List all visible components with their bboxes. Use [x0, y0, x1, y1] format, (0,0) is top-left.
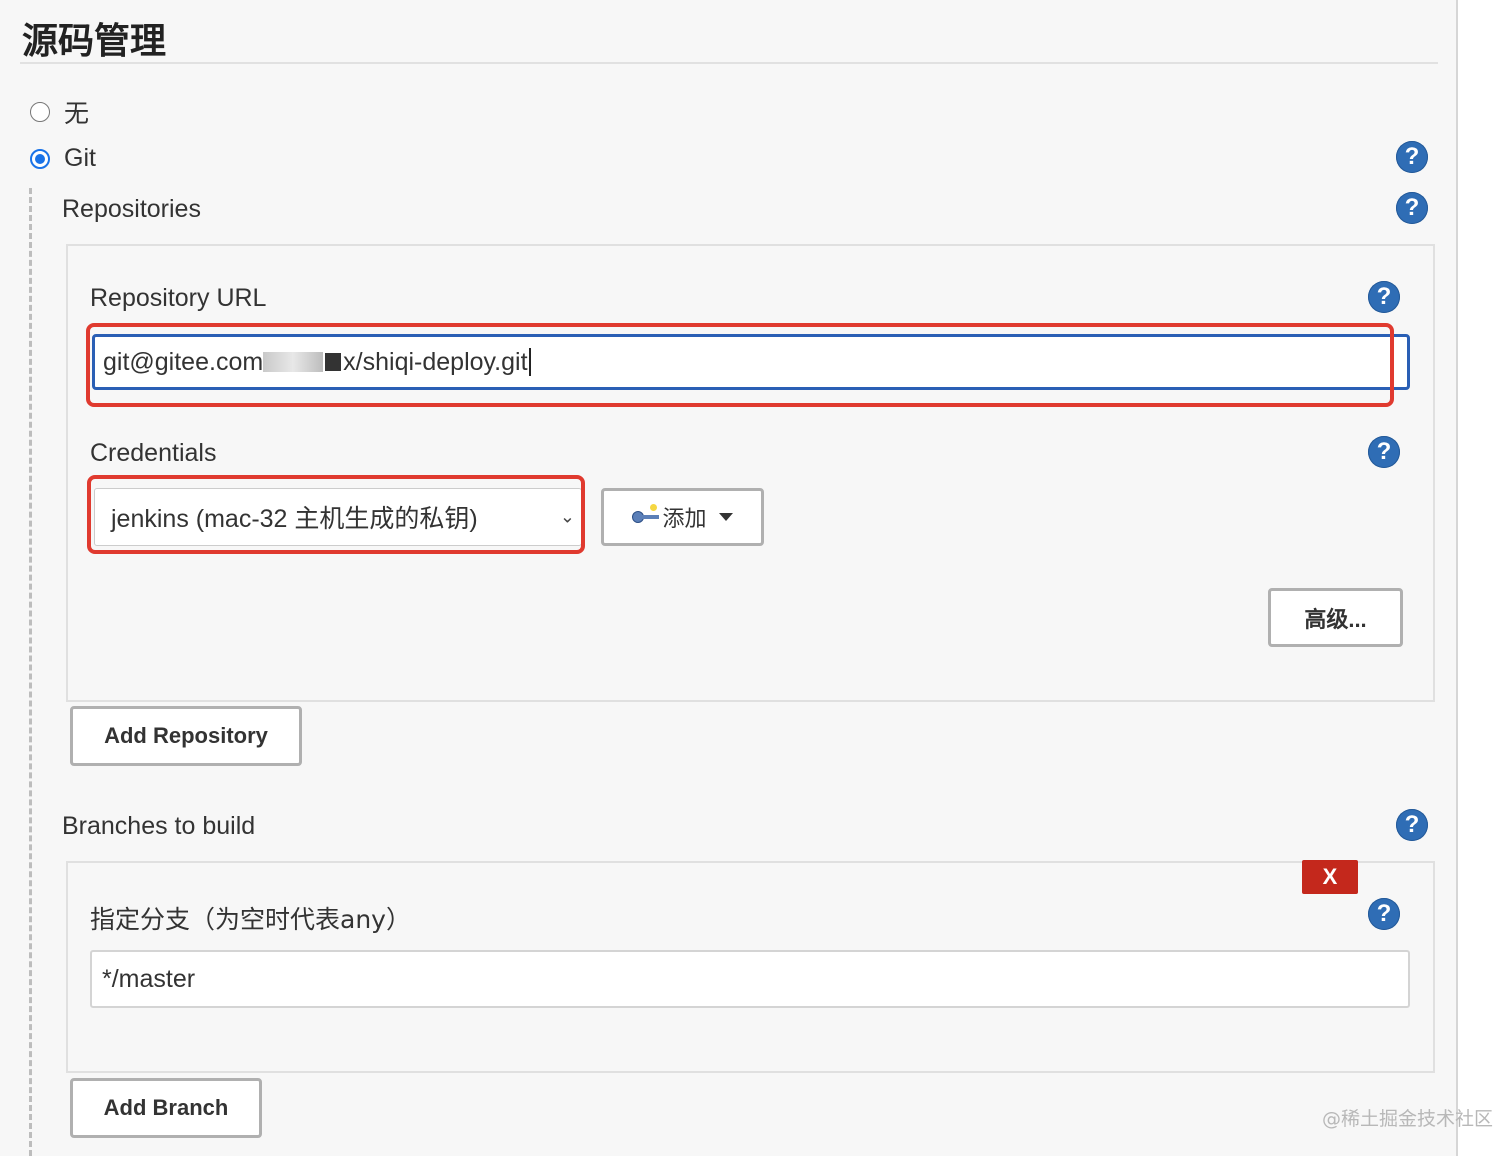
scm-option-none[interactable]: 无 — [30, 94, 89, 130]
branch-specifier-label: 指定分支（为空时代表any） — [90, 905, 411, 934]
help-icon-branches[interactable]: ? — [1396, 809, 1428, 841]
add-credentials-label: 添加 — [662, 506, 707, 531]
nested-section-indicator — [29, 188, 32, 1156]
key-icon — [632, 504, 660, 524]
branch-specifier-input[interactable]: */master — [90, 950, 1410, 1008]
title-divider — [20, 62, 1438, 64]
advanced-button[interactable]: 高级... — [1268, 588, 1403, 647]
scm-option-git[interactable]: Git — [30, 144, 96, 173]
repository-block — [66, 244, 1435, 702]
help-icon-git[interactable]: ? — [1396, 141, 1428, 173]
dropdown-arrow-icon — [718, 513, 733, 521]
add-branch-button[interactable]: Add Branch — [70, 1078, 262, 1138]
delete-branch-button[interactable]: X — [1302, 860, 1358, 894]
scm-panel: 源码管理 无 Git ? Repositories ? Repository U… — [0, 0, 1458, 1156]
credentials-label: Credentials — [90, 439, 217, 467]
highlight-frame-credentials — [87, 475, 585, 554]
repositories-label: Repositories — [62, 195, 201, 223]
radio-none[interactable] — [30, 102, 50, 122]
branches-label: Branches to build — [62, 812, 256, 840]
highlight-frame-url — [86, 323, 1394, 407]
help-icon-repository-url[interactable]: ? — [1368, 281, 1400, 313]
help-icon-branch-specifier[interactable]: ? — [1368, 898, 1400, 930]
help-icon-credentials[interactable]: ? — [1368, 436, 1400, 468]
section-title: 源码管理 — [22, 21, 167, 62]
radio-git[interactable] — [30, 148, 50, 169]
watermark: @稀土掘金技术社区 — [1322, 1108, 1494, 1130]
help-icon-repositories[interactable]: ? — [1396, 192, 1428, 224]
add-credentials-button[interactable]: 添加 — [601, 488, 764, 546]
radio-none-label: 无 — [64, 100, 90, 128]
repository-url-label: Repository URL — [90, 284, 267, 312]
radio-git-label: Git — [64, 144, 96, 172]
add-repository-button[interactable]: Add Repository — [70, 706, 302, 766]
